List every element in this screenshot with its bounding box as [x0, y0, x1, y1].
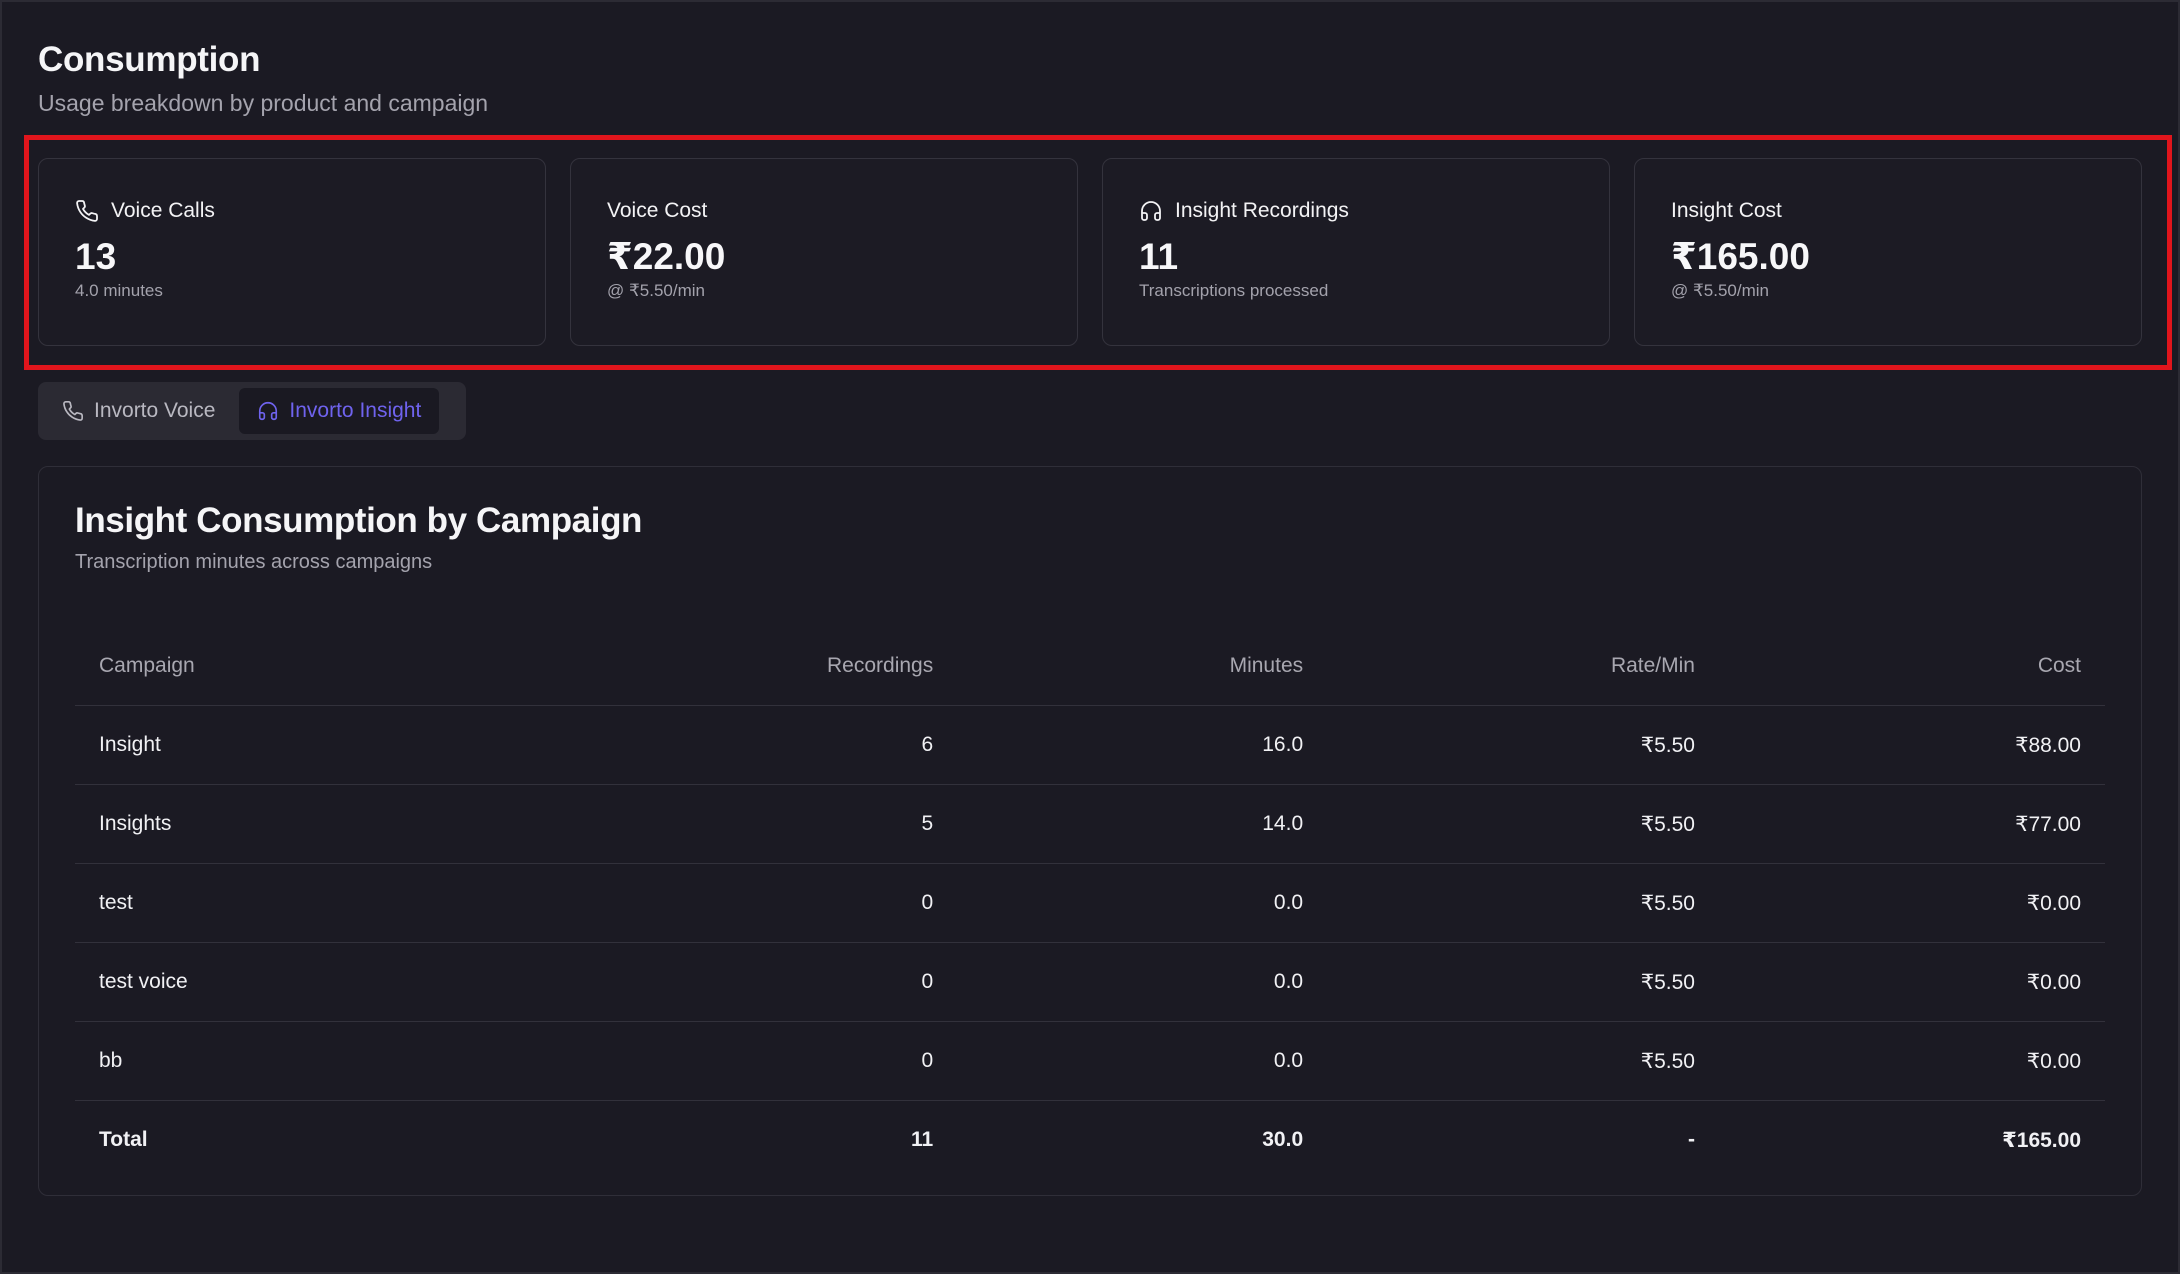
- column-header-recordings: Recordings: [612, 627, 958, 706]
- cell-minutes: 0.0: [957, 942, 1328, 1022]
- insight-consumption-panel: Insight Consumption by Campaign Transcri…: [38, 466, 2142, 1196]
- table-row: Insights 5 14.0 ₹5.50 ₹77.00: [75, 784, 2105, 864]
- cell-recordings: 0: [612, 863, 958, 943]
- tab-label: Invorto Voice: [94, 399, 216, 422]
- cell-minutes: 0.0: [957, 1021, 1328, 1101]
- cell-campaign: test voice: [75, 942, 613, 1022]
- cell-cost: ₹88.00: [1718, 705, 2105, 785]
- cell-minutes: 0.0: [957, 863, 1328, 943]
- table-header-row: Campaign Recordings Minutes Rate/Min Cos…: [75, 627, 2105, 706]
- table-row: bb 0 0.0 ₹5.50 ₹0.00: [75, 1021, 2105, 1101]
- total-cost: ₹165.00: [2002, 1128, 2081, 1152]
- cell-recordings: 0: [612, 1021, 958, 1101]
- table-total-row: Total 11 30.0 - ₹165.00: [75, 1101, 2105, 1180]
- page-title: Consumption: [38, 40, 261, 79]
- cell-cost: ₹77.00: [1718, 784, 2105, 864]
- cell-recordings: 5: [612, 784, 958, 864]
- headphones-icon: [257, 400, 279, 422]
- column-header-campaign: Campaign: [75, 627, 613, 706]
- cell-rate: ₹5.50: [1327, 942, 1719, 1022]
- total-minutes: 30.0: [1262, 1128, 1304, 1151]
- cell-campaign: test: [75, 863, 613, 943]
- panel-title: Insight Consumption by Campaign: [75, 501, 643, 540]
- table-row: test 0 0.0 ₹5.50 ₹0.00: [75, 863, 2105, 943]
- cell-campaign: Insight: [75, 705, 613, 785]
- cell-minutes: 16.0: [957, 705, 1328, 785]
- cell-rate: ₹5.50: [1327, 1021, 1719, 1101]
- table-row: Insight 6 16.0 ₹5.50 ₹88.00: [75, 705, 2105, 785]
- column-header-cost: Cost: [1718, 627, 2105, 706]
- page-subtitle: Usage breakdown by product and campaign: [38, 90, 489, 116]
- total-label: Total: [99, 1128, 148, 1151]
- total-recordings: 11: [911, 1128, 934, 1151]
- cell-rate: ₹5.50: [1327, 705, 1719, 785]
- product-tabs: Invorto Voice Invorto Insight: [38, 382, 466, 440]
- total-rate: -: [1687, 1128, 1695, 1151]
- tab-invorto-insight[interactable]: Invorto Insight: [239, 388, 440, 434]
- cell-recordings: 0: [612, 942, 958, 1022]
- cell-campaign: Insights: [75, 784, 613, 864]
- cell-rate: ₹5.50: [1327, 863, 1719, 943]
- table-row: test voice 0 0.0 ₹5.50 ₹0.00: [75, 942, 2105, 1022]
- cell-cost: ₹0.00: [1718, 1021, 2105, 1101]
- tab-label: Invorto Insight: [289, 399, 422, 422]
- cell-campaign: bb: [75, 1021, 613, 1101]
- panel-subtitle: Transcription minutes across campaigns: [75, 551, 433, 573]
- campaign-table: Campaign Recordings Minutes Rate/Min Cos…: [75, 627, 2105, 1179]
- cell-rate: ₹5.50: [1327, 784, 1719, 864]
- highlight-box: [24, 135, 2172, 370]
- cell-cost: ₹0.00: [1718, 863, 2105, 943]
- phone-icon: [62, 400, 84, 422]
- cell-recordings: 6: [612, 705, 958, 785]
- column-header-rate: Rate/Min: [1327, 627, 1719, 706]
- cell-cost: ₹0.00: [1718, 942, 2105, 1022]
- column-header-minutes: Minutes: [957, 627, 1328, 706]
- tab-invorto-voice[interactable]: Invorto Voice: [44, 388, 233, 434]
- cell-minutes: 14.0: [957, 784, 1328, 864]
